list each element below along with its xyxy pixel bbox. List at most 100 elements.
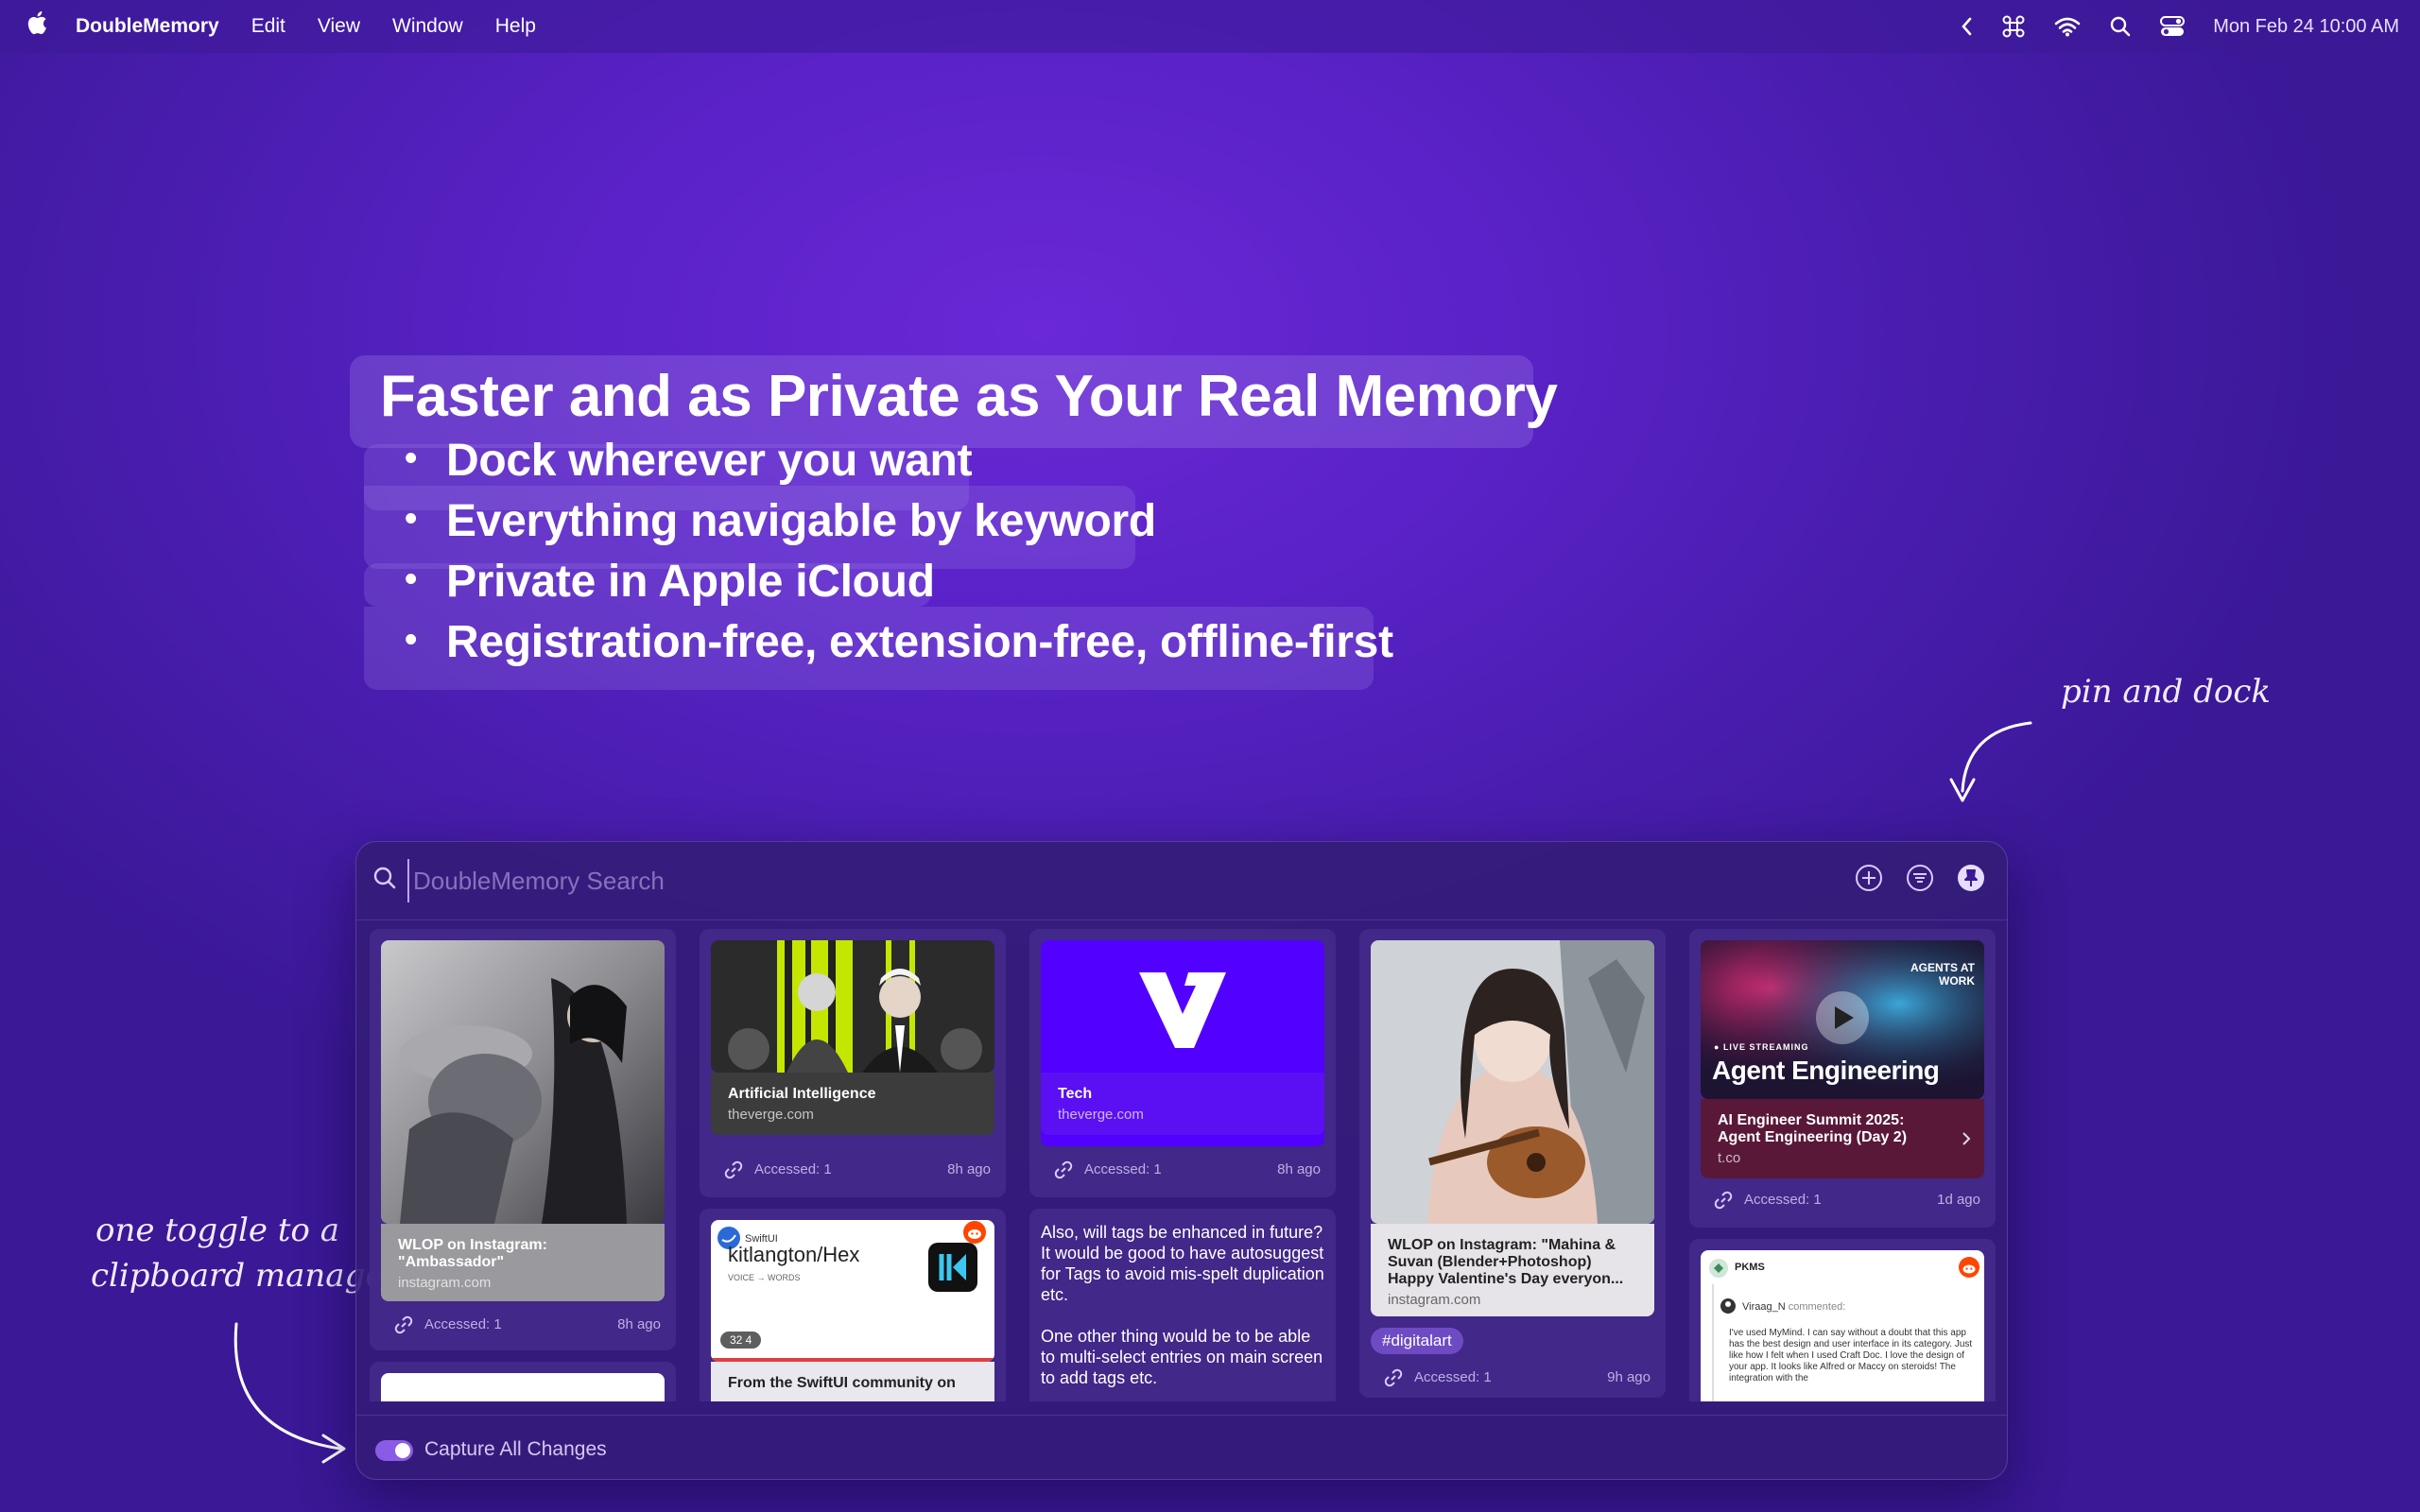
card-accessed: Accessed: 1: [1414, 1369, 1492, 1385]
hero-bullet-text: Registration-free, extension-free, offli…: [446, 617, 1393, 667]
card-caption: From the SwiftUI community on: [711, 1362, 994, 1401]
double-memory-panel: WLOP on Instagram: "Ambassador" instagra…: [355, 841, 2008, 1480]
search-icon: [372, 865, 398, 896]
memory-card[interactable]: WLOP on Instagram: "Mahina & Suvan (Blen…: [1359, 929, 1666, 1398]
card-accessed: Accessed: 1: [754, 1161, 832, 1177]
comment-user: Viraag_N: [1742, 1301, 1786, 1313]
card-accessed: Accessed: 1: [1084, 1161, 1162, 1177]
capture-toggle[interactable]: [375, 1440, 413, 1461]
memory-card[interactable]: SwiftUI kitlangton/Hex VOICE → WORDS 32 …: [700, 1209, 1006, 1401]
card-meta: Accessed: 1 8h ago: [1054, 1160, 1321, 1180]
card-community: PKMS: [1735, 1262, 1765, 1273]
link-icon: [394, 1315, 413, 1338]
card-title: From the SwiftUI community on: [728, 1375, 956, 1391]
menu-view[interactable]: View: [318, 15, 360, 38]
chevron-left-icon[interactable]: [1960, 16, 1973, 37]
tag-chip[interactable]: #digitalart: [1371, 1328, 1463, 1354]
card-source: instagram.com: [1388, 1292, 1481, 1308]
card-image: [1371, 940, 1654, 1224]
live-badge: ● LIVE STREAMING: [1714, 1042, 1809, 1052]
hero-title: Faster and as Private as Your Real Memor…: [380, 364, 1558, 429]
hero-bullet: • Everything navigable by keyword: [405, 496, 1156, 546]
card-corner-text: AGENTS AT WORK: [1910, 961, 1975, 988]
card-meta: Accessed: 1 1d ago: [1714, 1190, 1980, 1211]
hero-bullet-text: Dock wherever you want: [446, 436, 973, 486]
control-center-icon[interactable]: [2160, 15, 2186, 38]
menu-edit[interactable]: Edit: [251, 15, 285, 38]
menu-app-name[interactable]: DoubleMemory: [76, 15, 219, 38]
pin-button[interactable]: [1956, 863, 1990, 897]
card-image: [711, 940, 994, 1073]
card-age: 8h ago: [1277, 1161, 1321, 1177]
hero-bullet: • Private in Apple iCloud: [405, 557, 935, 607]
verge-logo-icon: [1139, 972, 1226, 1048]
card-caption: WLOP on Instagram: "Mahina & Suvan (Blen…: [1371, 1224, 1654, 1316]
add-button[interactable]: [1854, 863, 1888, 897]
card-image: [381, 1373, 665, 1401]
card-caption: AI Engineer Summit 2025: Agent Engineeri…: [1701, 1099, 1984, 1178]
card-source: theverge.com: [728, 1107, 814, 1123]
community-icon: [1709, 1259, 1728, 1278]
card-title: WLOP on Instagram: "Mahina & Suvan (Blen…: [1388, 1237, 1624, 1287]
card-age: 8h ago: [617, 1316, 661, 1332]
menu-help[interactable]: Help: [495, 15, 536, 38]
card-title: Artificial Intelligence: [728, 1086, 876, 1102]
menu-bar: DoubleMemory Edit View Window Help Mon F…: [0, 0, 2420, 53]
search-input[interactable]: [407, 859, 1738, 902]
hero-bullet-text: Everything navigable by keyword: [446, 496, 1156, 546]
comment-body: I've used MyMind. I can say without a do…: [1729, 1328, 1973, 1383]
card-image: SwiftUI kitlangton/Hex VOICE → WORDS 32 …: [711, 1220, 994, 1362]
card-title: WLOP on Instagram: "Ambassador": [398, 1237, 547, 1270]
arrow-right-icon: [233, 1322, 346, 1464]
bottom-bar: Capture All Changes: [356, 1415, 2007, 1479]
command-icon[interactable]: [2001, 14, 2026, 39]
memory-grid: WLOP on Instagram: "Ambassador" instagra…: [356, 919, 2007, 1401]
capture-toggle-label: Capture All Changes: [424, 1438, 607, 1460]
card-repo: kitlangton/Hex: [728, 1243, 860, 1266]
annotation-pin-dock: pin and dock: [2061, 673, 2271, 711]
link-icon: [724, 1160, 743, 1183]
card-accessed: Accessed: 1: [1744, 1192, 1822, 1208]
reddit-icon: [1958, 1256, 1980, 1283]
card-source: instagram.com: [398, 1275, 492, 1291]
card-image: PKMS Viraag_N commented: I've used MyMin…: [1701, 1250, 1984, 1401]
card-image: [381, 940, 665, 1224]
card-age: 9h ago: [1607, 1369, 1651, 1385]
filter-button[interactable]: [1905, 863, 1939, 897]
toggle-knob: [395, 1443, 410, 1458]
hero-bullet: • Registration-free, extension-free, offl…: [405, 617, 1393, 667]
annotation-toggle-line2: clipboard manager: [91, 1257, 400, 1295]
card-title: AI Engineer Summit 2025: Agent Engineeri…: [1718, 1112, 1908, 1145]
stats-badge: 32 4: [720, 1332, 762, 1349]
card-meta: Accessed: 1 8h ago: [394, 1314, 661, 1335]
arrow-down-icon: [1949, 721, 2032, 802]
search-bar: [356, 842, 2007, 920]
memory-card[interactable]: [370, 1362, 676, 1401]
chevron-right-icon[interactable]: [1962, 1131, 1971, 1146]
card-title: Tech: [1058, 1086, 1093, 1102]
card-source: theverge.com: [1058, 1107, 1144, 1123]
memory-card[interactable]: AGENTS AT WORK ● LIVE STREAMING Agent En…: [1689, 929, 1996, 1228]
memory-card[interactable]: Tech theverge.com Accessed: 1 8h ago: [1029, 929, 1336, 1197]
hero-bullet: • Dock wherever you want: [405, 436, 973, 486]
menu-window[interactable]: Window: [392, 15, 463, 38]
memory-card[interactable]: PKMS Viraag_N commented: I've used MyMin…: [1689, 1239, 1996, 1401]
memory-card[interactable]: WLOP on Instagram: "Ambassador" instagra…: [370, 929, 676, 1350]
thread-line: [1712, 1284, 1714, 1401]
card-caption: WLOP on Instagram: "Ambassador" instagra…: [381, 1224, 665, 1301]
memory-card[interactable]: Also, will tags be enhanced in future? I…: [1029, 1209, 1336, 1401]
card-age: 1d ago: [1937, 1192, 1980, 1208]
apple-menu-icon[interactable]: [26, 0, 51, 53]
card-desc: VOICE → WORDS: [728, 1273, 801, 1282]
memory-card[interactable]: Artificial Intelligence theverge.com Acc…: [700, 929, 1006, 1197]
hero-bullet-text: Private in Apple iCloud: [446, 557, 935, 607]
wifi-icon[interactable]: [2054, 16, 2081, 37]
live-badge-text: LIVE STREAMING: [1722, 1042, 1809, 1052]
menu-clock[interactable]: Mon Feb 24 10:00 AM: [2213, 16, 2399, 38]
reddit-icon: [962, 1220, 987, 1249]
card-caption: Tech theverge.com: [1041, 1073, 1324, 1135]
card-meta: Accessed: 1 8h ago: [724, 1160, 991, 1180]
card-caption: Artificial Intelligence theverge.com: [711, 1073, 994, 1135]
note-text: Also, will tags be enhanced in future? I…: [1041, 1223, 1324, 1387]
spotlight-search-icon[interactable]: [2109, 15, 2132, 38]
